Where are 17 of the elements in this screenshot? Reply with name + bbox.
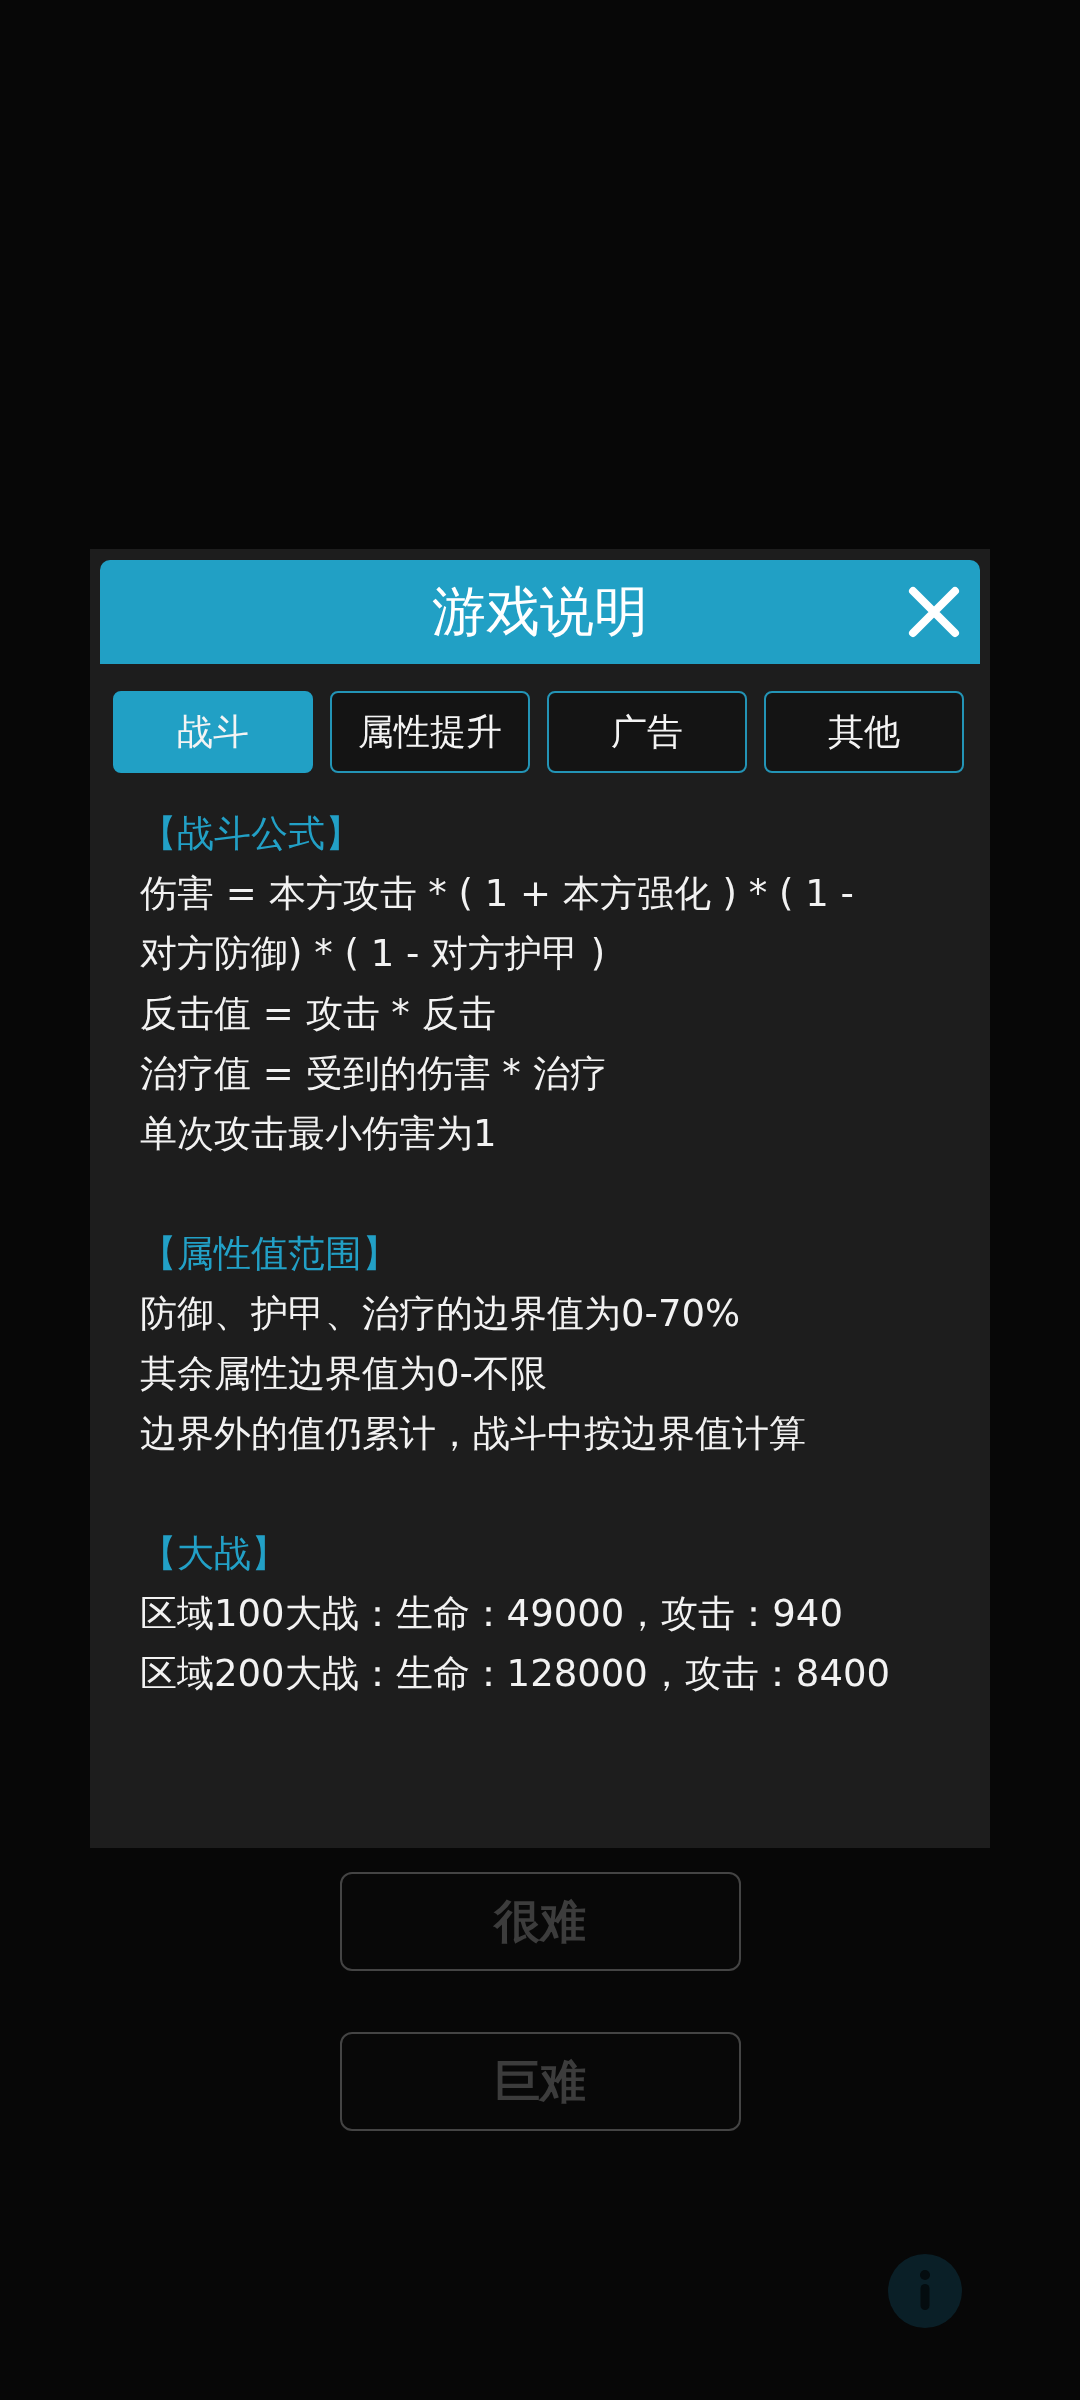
tab[interactable]: 其他 [764,691,964,773]
rule-text: 伤害 = 本方攻击 * ( 1 + 本方强化 ) * ( 1 - 对方防御) * ( 1 - 对方护甲 ) [140,871,855,977]
rule-text: 反击值 = 攻击 * 反击 [140,991,497,1037]
rule-text: 其余属性边界值为0-不限 [140,1351,548,1397]
rule-text: 区域100大战：生命：49000，攻击：940 [140,1591,844,1637]
section-heading: 【大战】 [140,1531,289,1577]
close-icon[interactable] [908,586,960,638]
section-heading: 【属性值范围】 [140,1231,400,1277]
rule-text: 单次攻击最小伤害为1 [140,1111,498,1157]
rule-text: 防御、护甲、治疗的边界值为0-70% [140,1291,742,1337]
rule-text: 区域200大战：生命：128000，攻击：8400 [140,1651,892,1697]
section-heading: 【战斗公式】 [140,811,363,857]
rule-text: 边界外的值仍累计，战斗中按边界值计算 [140,1411,807,1457]
dialog-title: 游戏说明 [432,578,648,645]
tab[interactable]: 广告 [547,691,747,773]
rule-text: 治疗值 = 受到的伤害 * 治疗 [140,1051,608,1097]
tab[interactable]: 属性提升 [330,691,530,773]
